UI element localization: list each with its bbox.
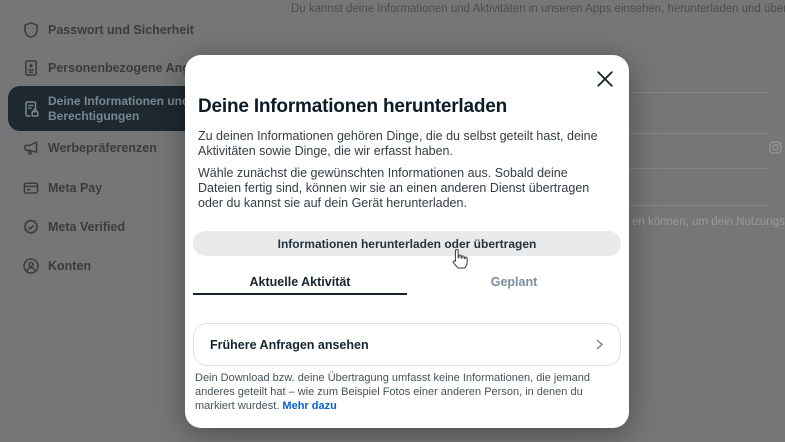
sidebar-item-label: Meta Verified	[48, 220, 125, 234]
hand-cursor	[450, 248, 469, 271]
tab-current-activity[interactable]: Aktuelle Aktivität	[193, 271, 407, 295]
sidebar-item-label: Passwort und Sicherheit	[48, 23, 194, 37]
download-or-transfer-button[interactable]: Informationen herunterladen oder übertra…	[193, 231, 621, 256]
page-intro-text: Du kannst deine Informationen und Aktivi…	[291, 3, 785, 15]
instagram-icon	[769, 141, 782, 154]
modal-description-2: Wähle zunächst die gewünschten Informati…	[198, 166, 614, 211]
sidebar-item-label: Deine Informationen und Berechtigungen	[48, 94, 190, 122]
modal-title: Deine Informationen herunterladen	[198, 96, 616, 118]
activity-tabs: Aktuelle Aktivität Geplant	[193, 271, 621, 295]
verified-badge-icon	[22, 218, 40, 236]
modal-footer: Dein Download bzw. deine Übertragung umf…	[195, 371, 621, 413]
accounts-center-screen: Passwort und Sicherheit Personenbezogene…	[0, 0, 785, 442]
modal-footer-text: Dein Download bzw. deine Übertragung umf…	[195, 372, 590, 412]
chevron-right-icon	[593, 338, 606, 351]
modal-description-1: Zu deinen Informationen gehören Dinge, d…	[198, 129, 614, 159]
credit-card-icon	[22, 179, 40, 197]
previous-requests-row[interactable]: Frühere Anfragen ansehen	[193, 323, 621, 366]
person-circle-icon	[22, 257, 40, 275]
sidebar-item-label: Meta Pay	[48, 181, 102, 195]
background-row-text-fragment: en können, um dein Nutzungserl	[632, 216, 785, 228]
download-information-modal: Deine Informationen herunterladen Zu dei…	[185, 55, 629, 428]
close-icon[interactable]	[594, 68, 616, 90]
sidebar-item-password-security[interactable]: Passwort und Sicherheit	[0, 10, 280, 50]
megaphone-icon	[22, 139, 40, 157]
document-lock-icon	[22, 100, 40, 118]
sidebar-item-label: Werbepräferenzen	[48, 141, 157, 155]
previous-requests-label: Frühere Anfragen ansehen	[210, 338, 369, 352]
id-card-icon	[22, 59, 40, 77]
tab-scheduled[interactable]: Geplant	[407, 271, 621, 295]
sidebar-item-label: Konten	[48, 259, 91, 273]
learn-more-link[interactable]: Mehr dazu	[282, 399, 336, 413]
shield-icon	[22, 21, 40, 39]
